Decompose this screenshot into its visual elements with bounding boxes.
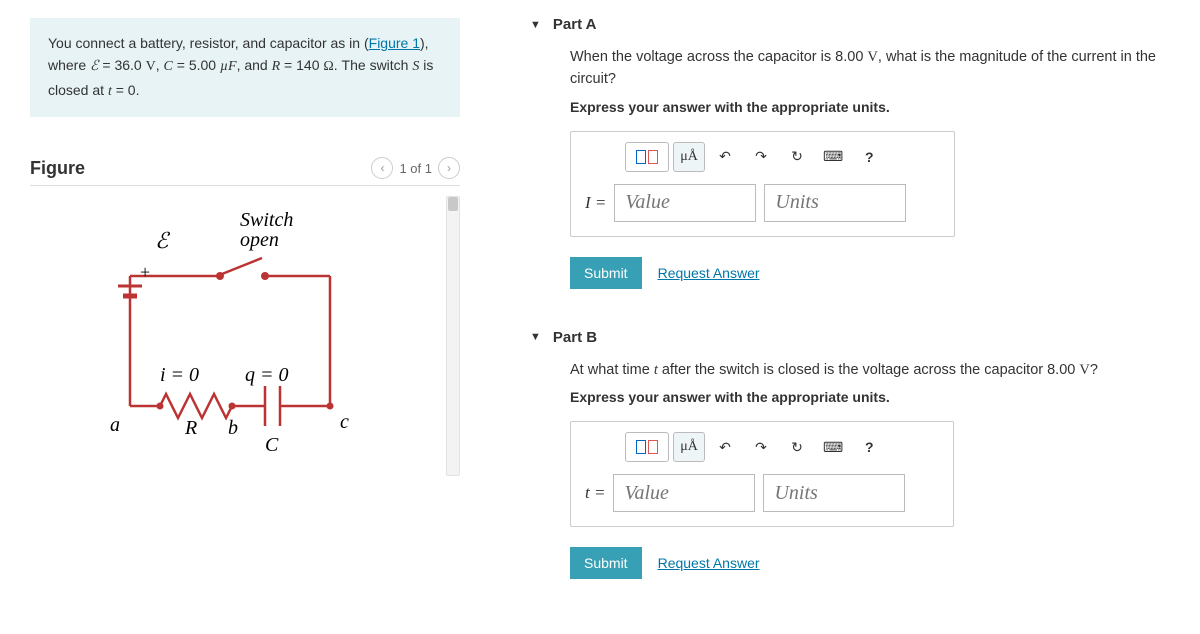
keyboard-button[interactable]: ⌨	[817, 142, 849, 172]
part-a-value-input[interactable]	[614, 184, 756, 222]
undo-button[interactable]: ↶	[709, 432, 741, 462]
figure-link[interactable]: Figure 1	[369, 35, 420, 51]
part-b-title: Part B	[553, 329, 597, 346]
reset-button[interactable]: ↻	[781, 142, 813, 172]
r-label: R	[184, 417, 197, 439]
part-b-answer-box: μÅ ↶ ↷ ↻ ⌨ ? t =	[570, 421, 954, 527]
scroll-thumb[interactable]	[448, 197, 458, 211]
open-label: open	[240, 229, 279, 251]
part-b-question: At what time t after the switch is close…	[570, 360, 1190, 382]
part-a-variable: I =	[585, 193, 606, 213]
part-b-header[interactable]: ▼ Part B	[530, 313, 1190, 354]
part-b-units-input[interactable]	[763, 474, 905, 512]
c-label: C	[265, 434, 279, 456]
node-a: a	[110, 414, 120, 436]
units-format-button[interactable]: μÅ	[673, 432, 705, 462]
node-c: c	[340, 411, 349, 433]
redo-button[interactable]: ↷	[745, 142, 777, 172]
problem-text: You connect a battery, resistor, and cap…	[48, 35, 369, 51]
help-button[interactable]: ?	[853, 142, 885, 172]
node-b: b	[228, 417, 238, 439]
caret-down-icon: ▼	[530, 19, 541, 31]
part-a-answer-box: μÅ ↶ ↷ ↻ ⌨ ? I =	[570, 131, 955, 237]
part-b-variable: t =	[585, 483, 605, 503]
figure-prev-button[interactable]: ‹	[371, 157, 393, 179]
figure-pager: ‹ 1 of 1 ›	[371, 157, 460, 179]
templates-button[interactable]	[625, 142, 669, 172]
keyboard-button[interactable]: ⌨	[817, 432, 849, 462]
figure-title: Figure	[30, 158, 85, 179]
figure-next-button[interactable]: ›	[438, 157, 460, 179]
part-b-request-answer[interactable]: Request Answer	[658, 555, 760, 571]
undo-button[interactable]: ↶	[709, 142, 741, 172]
redo-button[interactable]: ↷	[745, 432, 777, 462]
part-a-instruction: Express your answer with the appropriate…	[570, 99, 1190, 115]
i0-label: i = 0	[160, 364, 199, 386]
part-b-value-input[interactable]	[613, 474, 755, 512]
reset-button[interactable]: ↻	[781, 432, 813, 462]
circuit-diagram: Switch open ℰ + i = 0 q = 0 a b c R C	[30, 196, 440, 476]
part-a-title: Part A	[553, 16, 597, 33]
part-a-question: When the voltage across the capacitor is…	[570, 47, 1190, 91]
figure-scrollbar[interactable]: ▴	[446, 196, 460, 476]
part-a-request-answer[interactable]: Request Answer	[658, 265, 760, 281]
plus-label: +	[140, 262, 150, 282]
switch-label: Switch	[240, 209, 293, 231]
figure-page-count: 1 of 1	[399, 161, 432, 176]
part-a-submit-button[interactable]: Submit	[570, 257, 642, 289]
part-b-submit-button[interactable]: Submit	[570, 547, 642, 579]
templates-button[interactable]	[625, 432, 669, 462]
problem-statement: You connect a battery, resistor, and cap…	[30, 18, 460, 117]
emf-label: ℰ	[155, 228, 171, 253]
units-format-button[interactable]: μÅ	[673, 142, 705, 172]
part-a-units-input[interactable]	[764, 184, 906, 222]
part-a-header[interactable]: ▼ Part A	[530, 0, 1190, 41]
caret-down-icon: ▼	[530, 331, 541, 343]
part-b-instruction: Express your answer with the appropriate…	[570, 389, 1190, 405]
help-button[interactable]: ?	[853, 432, 885, 462]
q0-label: q = 0	[245, 364, 289, 386]
